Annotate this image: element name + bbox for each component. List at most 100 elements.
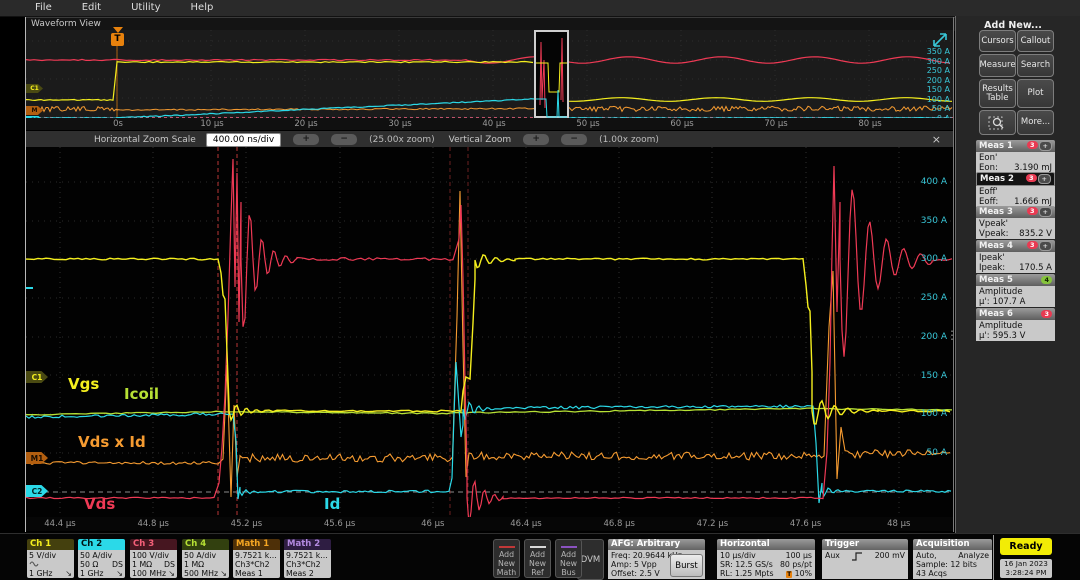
expand-overview-icon[interactable] (932, 32, 950, 48)
badge-cell: DS (112, 560, 123, 569)
meas-badges: 3 (1041, 310, 1052, 318)
measure-button[interactable]: Measure (979, 54, 1016, 77)
panel-drag-handle[interactable]: ⋮ (946, 328, 958, 342)
trigger-position-marker[interactable]: T (111, 33, 124, 46)
badge-row (29, 560, 72, 569)
search-button[interactable]: Search (1017, 54, 1054, 77)
menu-file[interactable]: File (35, 0, 52, 16)
menu-help[interactable]: Help (191, 0, 214, 16)
meas-badges: 4 (1041, 276, 1052, 284)
overview-timeline[interactable]: C1MC2350 A300 A250 A200 A150 A100 A50 A0… (26, 30, 953, 118)
meas-name: Meas 4 (979, 241, 1013, 251)
meas-source-badge: 3 (1027, 207, 1038, 215)
meas-card-1[interactable]: Meas 13+Eon'Eon:3.190 mJ (976, 140, 1055, 173)
callout-button[interactable]: Callout (1017, 30, 1054, 52)
trigger-panel[interactable]: Trigger Aux 200 mV (822, 539, 908, 578)
meas-header-4[interactable]: Meas 4 3+ (976, 240, 1055, 252)
channel-badge-ch-3[interactable]: Ch 3100 V/div1 MΩDS100 MHz↘ (130, 539, 177, 578)
time-text: 3:28:24 PM (1000, 568, 1052, 577)
meas-card-4[interactable]: Meas 43+Ipeak'Ipeak:170.5 A (976, 240, 1055, 273)
overview-amp-tick: 100 A (927, 95, 950, 104)
meas-edge-badge: + (1039, 207, 1052, 217)
rising-edge-icon (851, 551, 863, 561)
waveform-view-tab[interactable]: Waveform View (25, 19, 101, 29)
sample-rate: SR: 12.5 GS/s (720, 560, 773, 569)
channel-badge-ch-4[interactable]: Ch 450 A/div1 MΩ500 MHz↘ (182, 539, 229, 578)
add-new-bus-button[interactable]: AddNewBus (555, 539, 582, 578)
h-zoom-scale-input[interactable]: 400.00 ns/div (206, 133, 281, 147)
meas-badges: 3+ (1027, 241, 1052, 251)
time-axis-tick: 47.6 µs (786, 519, 826, 529)
menu-edit[interactable]: Edit (82, 0, 101, 16)
datetime-display: 16 Jan 2023 3:28:24 PM (1000, 559, 1052, 578)
meas-type: Amplitude (979, 287, 1052, 297)
meas-edge-badge: + (1039, 241, 1052, 251)
trigger-pos-icon: T (786, 571, 792, 578)
meas-value-label: Vpeak: (979, 229, 1008, 239)
id-trace-label: Id (324, 495, 340, 513)
meas-header-1[interactable]: Meas 13+ (976, 140, 1055, 152)
h-zoom-minus-button[interactable]: − (331, 134, 357, 145)
results-panel: Add New... CursorsCalloutMeasureSearchRe… (955, 16, 1080, 533)
zoom-select-button[interactable] (979, 110, 1016, 135)
channel-badge-ch-1[interactable]: Ch 15 V/div1 GHz↘ (27, 539, 74, 578)
meas-header-2[interactable]: Meas 23+ (976, 172, 1055, 186)
acquisition-panel[interactable]: Acquisition Auto,Analyze Sample: 12 bits… (913, 539, 992, 578)
badge-row: 1 GHz↘ (29, 569, 72, 578)
results-table-button[interactable]: Results Table (979, 79, 1016, 108)
horizontal-panel[interactable]: Horizontal 10 µs/div100 µs SR: 12.5 GS/s… (717, 539, 815, 578)
meas-card-6[interactable]: Meas 63Amplitudeµ':595.3 V (976, 308, 1055, 341)
badge-row: 9.7521 k... (286, 551, 329, 560)
channel-badge-math-2[interactable]: Math 29.7521 k...Ch3*Ch2Meas 2 (284, 539, 331, 578)
meas-header-5[interactable]: Meas 5 4 (976, 274, 1055, 286)
acquisition-mode: Auto, (916, 551, 937, 560)
ready-status-button[interactable]: Ready (1000, 538, 1052, 555)
cursors-button[interactable]: Cursors (979, 30, 1016, 52)
badge-cell: Meas 2 (286, 569, 314, 578)
menu-utility[interactable]: Utility (131, 0, 160, 16)
badge-row: 1 MΩDS (132, 560, 175, 569)
zoomed-waveform-view[interactable]: Vgs Icoil Vds x Id Vds Id C1M1C2400 A350… (26, 147, 953, 517)
close-zoom-bar-button[interactable]: × (932, 133, 941, 146)
badge-row: Ch3*Ch2 (286, 560, 329, 569)
horizontal-title: Horizontal (717, 539, 815, 550)
v-zoom-factor-text: (1.00x zoom) (599, 135, 659, 145)
meas-card-3[interactable]: Meas 33+Vpeak'Vpeak:835.2 V (976, 206, 1055, 239)
add-new-ref-button[interactable]: AddNewRef (524, 539, 551, 578)
v-zoom-minus-button[interactable]: − (561, 134, 587, 145)
v-zoom-plus-button[interactable]: + (523, 134, 549, 145)
afg-panel[interactable]: AFG: Arbitrary Freq: 20.9644 kHz Amp: 5 … (608, 539, 705, 578)
meas-type: Ipeak' (979, 253, 1052, 263)
zoom-time-axis: 44.4 µs44.8 µs45.2 µs45.6 µs46 µs46.4 µs… (26, 517, 953, 531)
channel-badge-ch-2[interactable]: Ch 250 A/div50 ΩDS1 GHz↘ (78, 539, 125, 578)
bandwidth-arrow-icon: ↘ (168, 569, 175, 578)
burst-button[interactable]: Burst (670, 554, 703, 577)
meas-card-2[interactable]: Meas 23+Eoff'Eoff:1.666 mJ (976, 172, 1055, 207)
h-zoom-plus-button[interactable]: + (293, 134, 319, 145)
meas-body: Eon'Eon:3.190 mJ (976, 152, 1055, 173)
trigger-title: Trigger (822, 539, 908, 550)
badge-row: 50 A/div (184, 551, 227, 560)
channel-badge-header-ch-4: Ch 4 (182, 539, 229, 550)
channel-badge-body: 9.7521 k...Ch3*Ch2Meas 2 (284, 550, 331, 578)
more-button[interactable]: More... (1017, 110, 1054, 135)
meas-card-5[interactable]: Meas 5 4 Amplitudeµ':107.7 A (976, 274, 1055, 307)
badge-row: Meas 1 (235, 569, 278, 578)
channel-badge-math-1[interactable]: Math 19.7521 k...Ch3*Ch2Meas 1 (233, 539, 280, 578)
meas-type: Amplitude (979, 321, 1052, 331)
meas-name: Meas 5 (979, 275, 1013, 285)
meas-value-row: µ':107.7 A (979, 297, 1052, 307)
bandwidth-arrow-icon: ↘ (116, 569, 123, 578)
time-axis-tick: 44.8 µs (133, 519, 173, 529)
overview-time-tick: 40 µs (474, 119, 514, 129)
amp-axis-tick: 250 A (921, 293, 947, 303)
meas-source-badge: 4 (1041, 276, 1052, 284)
meas-type: Eon' (979, 153, 1052, 163)
meas-header-6[interactable]: Meas 63 (976, 308, 1055, 320)
settings-bar: DVM AFG: Arbitrary Freq: 20.9644 kHz Amp… (0, 533, 1080, 580)
add-new-math-button[interactable]: AddNewMath (493, 539, 520, 578)
plot-button[interactable]: Plot (1017, 79, 1054, 108)
badge-cell: 1 GHz (29, 569, 52, 578)
zoom-select-icon (988, 115, 1008, 131)
meas-header-3[interactable]: Meas 33+ (976, 206, 1055, 218)
